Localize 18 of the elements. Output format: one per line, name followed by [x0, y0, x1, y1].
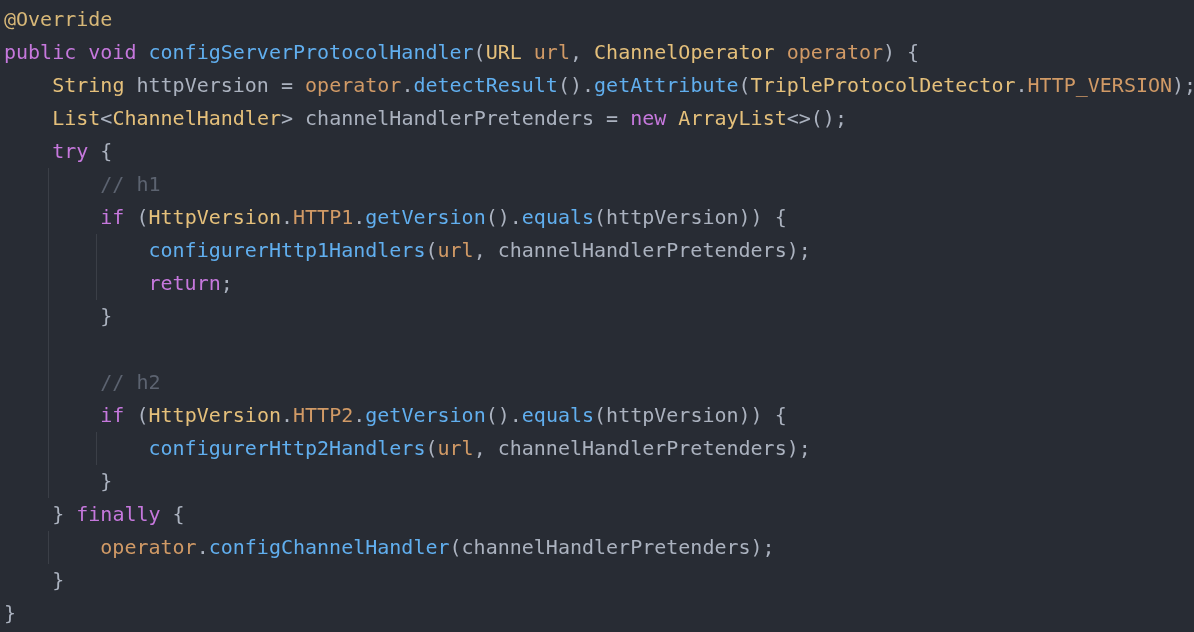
code-line: }	[52, 567, 65, 594]
code-line: configurerHttp1Handlers(url, channelHandlerPretenders);	[148, 237, 811, 264]
code-line: }	[100, 468, 113, 495]
code-line: List<ChannelHandler> channelHandlerPretenders = new ArrayList<>();	[52, 105, 847, 132]
code-line: String httpVersion = operator.detectResult().getAttribute(TripleProtocolDetector.HTTP_VERSION);	[52, 72, 1194, 99]
code-comment: // h1	[100, 171, 161, 198]
code-line: @Override	[4, 6, 113, 33]
code-line: try {	[52, 138, 113, 165]
code-line: configurerHttp2Handlers(url, channelHandlerPretenders);	[148, 435, 811, 462]
code-comment: // h2	[100, 369, 161, 396]
code-line: }	[4, 600, 17, 627]
code-line: }	[100, 303, 113, 330]
code-line: public void configServerProtocolHandler(URL url, ChannelOperator operator) {	[4, 39, 920, 66]
code-line: if (HttpVersion.HTTP1.getVersion().equals(httpVersion)) {	[100, 204, 787, 231]
code-line: return;	[148, 270, 233, 297]
code-line: if (HttpVersion.HTTP2.getVersion().equals(httpVersion)) {	[100, 402, 787, 429]
code-line: operator.configChannelHandler(channelHandlerPretenders);	[100, 534, 775, 561]
code-line: } finally {	[52, 501, 185, 528]
